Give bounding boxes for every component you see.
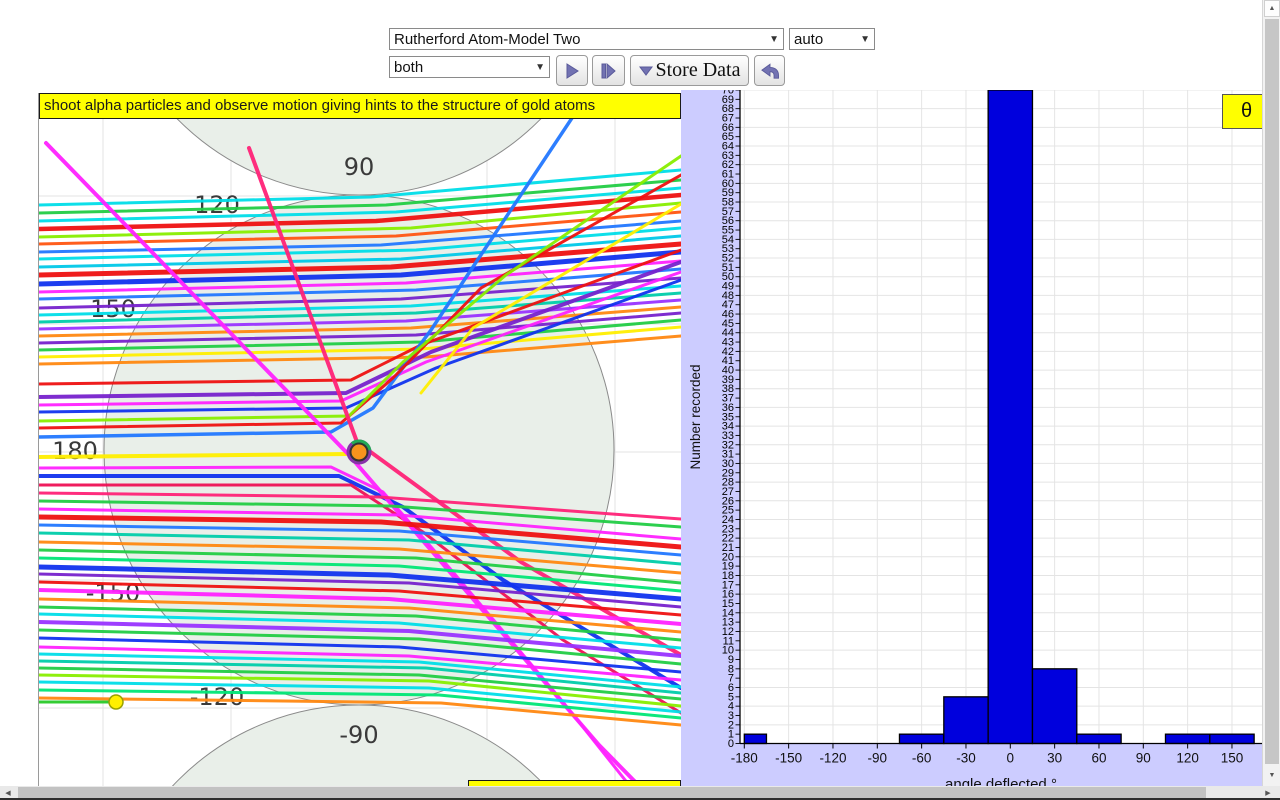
alpha-particle	[108, 694, 124, 710]
angle-grid-label: -120	[190, 683, 244, 711]
vertical-scrollbar[interactable]: ▲ ▼	[1262, 0, 1280, 786]
play-button[interactable]	[556, 55, 588, 86]
x-tick-label: 120	[1176, 751, 1199, 766]
chevron-down-icon: ▼	[769, 33, 779, 45]
x-tick-label: 60	[1091, 751, 1106, 766]
step-forward-icon	[601, 62, 616, 79]
histogram-bar	[1164, 733, 1211, 745]
x-tick-label: -30	[956, 751, 976, 766]
x-tick-label: 30	[1047, 751, 1062, 766]
x-tick-label: 90	[1136, 751, 1151, 766]
histogram-bar	[898, 733, 945, 745]
chevron-down-icon: ▼	[860, 33, 870, 45]
x-axis-label: angle deflected °	[945, 776, 1057, 786]
histogram-bar	[987, 90, 1034, 745]
horizontal-scrollbar-thumb[interactable]	[18, 787, 1206, 798]
angle-grid-label: -90	[339, 721, 378, 749]
scroll-down-icon[interactable]: ▼	[1264, 766, 1280, 784]
store-data-button[interactable]: Store Data	[630, 55, 749, 86]
x-tick-label: -120	[819, 751, 846, 766]
x-tick-label: 150	[1221, 751, 1244, 766]
histogram-plot: 0123456789101112131415161718192021222324…	[688, 90, 1262, 786]
simulation-canvas[interactable]: 90120150180-150-120-90	[39, 119, 681, 786]
histogram-bar	[743, 733, 768, 745]
histogram-bar	[1031, 668, 1078, 745]
reset-button[interactable]	[754, 55, 785, 86]
angle-grid-label: 90	[344, 153, 375, 181]
model-select[interactable]: Rutherford Atom-Model Two ▼	[389, 28, 784, 50]
play-icon	[566, 62, 579, 79]
x-tick-label: -180	[731, 751, 758, 766]
x-tick-label: -150	[775, 751, 802, 766]
store-data-label: Store Data	[655, 59, 741, 81]
display-select-value: both	[394, 58, 424, 76]
model-select-value: Rutherford Atom-Model Two	[394, 30, 581, 48]
histogram-bar	[943, 696, 989, 745]
vertical-scrollbar-thumb[interactable]	[1265, 19, 1279, 764]
x-tick-label: 0	[1007, 751, 1015, 766]
nucleus	[349, 442, 369, 462]
auto-select[interactable]: auto ▼	[789, 28, 875, 50]
svg-text:70: 70	[722, 90, 734, 97]
histogram-bar	[1209, 733, 1255, 745]
instruction-banner: shoot alpha particles and observe motion…	[39, 93, 681, 119]
chevron-down-icon: ▼	[535, 61, 545, 73]
scroll-up-icon[interactable]: ▲	[1264, 0, 1280, 17]
simulation-panel: shoot alpha particles and observe motion…	[38, 93, 682, 786]
histogram-panel: 0 1 2 3 4 5 6 7 8 9 10 11 12 13 14 15 16 17 18 19 20 21 22 23 24…	[681, 90, 1262, 786]
step-button[interactable]	[592, 55, 625, 86]
x-tick-label: -90	[868, 751, 888, 766]
histogram-bar	[1076, 733, 1122, 745]
display-select[interactable]: both ▼	[389, 56, 550, 78]
triangle-down-icon	[638, 66, 653, 76]
y-axis-label: Number recorded	[688, 364, 703, 469]
angle-grid-label: 180	[52, 437, 98, 465]
undo-arrow-icon	[759, 62, 781, 80]
auto-select-value: auto	[794, 30, 824, 48]
x-tick-label: -60	[912, 751, 932, 766]
